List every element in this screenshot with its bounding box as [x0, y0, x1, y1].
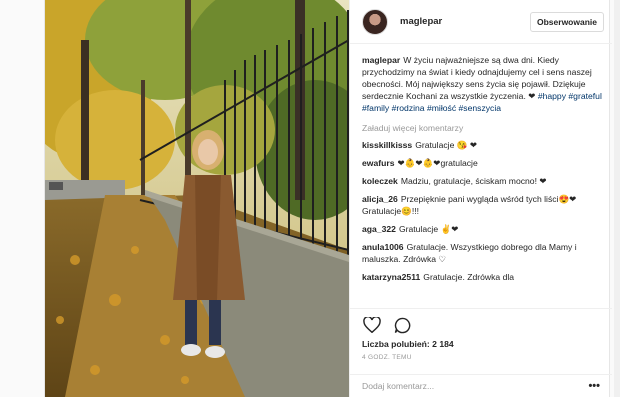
- comment-item: koleczek Madziu, gratulacje, ściskam mocn…: [362, 175, 602, 187]
- heart-icon[interactable]: [362, 315, 382, 335]
- add-comment-bar: •••: [350, 374, 612, 397]
- post-caption: maglepar W życiu najważniejsze są dwa dni…: [362, 54, 602, 114]
- autumn-photo-image: [45, 0, 349, 397]
- comment-username[interactable]: anula1006: [362, 242, 404, 252]
- comment-username[interactable]: katarzyna2511: [362, 272, 420, 282]
- hashtag-link[interactable]: #family: [362, 103, 389, 113]
- post-header: maglepar Obserwowanie: [350, 0, 612, 44]
- hashtag-link[interactable]: #miłość: [427, 103, 456, 113]
- hashtag-link[interactable]: #grateful: [568, 91, 601, 101]
- load-more-comments-link[interactable]: Załaduj więcej komentarzy: [362, 123, 602, 133]
- comment-item: anula1006 Gratulacje. Wszystkiego dobrego…: [362, 241, 602, 265]
- action-icons-row: [362, 313, 600, 337]
- comments-section[interactable]: maglepar W życiu najważniejsze są dwa dni…: [350, 44, 612, 308]
- post-sidebar: maglepar Obserwowanie maglepar W życiu na…: [349, 0, 612, 397]
- speech-bubble-icon[interactable]: [392, 315, 412, 335]
- header-username[interactable]: maglepar: [400, 16, 442, 27]
- comment-username[interactable]: koleczek: [362, 176, 398, 186]
- comment-item: katarzyna2511 Gratulacje. Zdrówka dla: [362, 271, 602, 283]
- comment-username[interactable]: alicja_26: [362, 194, 398, 204]
- scrollbar-track[interactable]: [614, 0, 620, 397]
- avatar[interactable]: [362, 8, 388, 35]
- comment-item: alicja_26 Przepięknie pani wygląda wśród …: [362, 193, 602, 217]
- hashtag-link[interactable]: #happy: [538, 91, 566, 101]
- comment-text: Gratulacje 😘 ❤: [415, 140, 478, 150]
- comment-item: aga_322 Gratulacje ✌❤: [362, 223, 602, 235]
- comment-item: kisskillkisss Gratulacje 😘 ❤: [362, 139, 602, 151]
- comment-text: Gratulacje ✌❤: [398, 224, 459, 234]
- post-timestamp[interactable]: 4 GODZ. TEMU: [362, 354, 600, 361]
- hashtag-link[interactable]: #senszycia: [459, 103, 502, 113]
- post-actions: Liczba polubień: 2 184 4 GODZ. TEMU: [350, 308, 612, 374]
- instagram-post: maglepar Obserwowanie maglepar W życiu na…: [44, 0, 612, 397]
- add-comment-input[interactable]: [362, 381, 589, 391]
- comment-text: ❤👶❤👶❤gratulacje: [397, 158, 478, 168]
- hashtag-link[interactable]: #rodzina: [392, 103, 425, 113]
- more-options-icon[interactable]: •••: [588, 380, 600, 392]
- comment-username[interactable]: kisskillkisss: [362, 140, 412, 150]
- likes-count[interactable]: Liczba polubień: 2 184: [362, 339, 600, 349]
- comment-item: ewafurs ❤👶❤👶❤gratulacje: [362, 157, 602, 169]
- comment-username[interactable]: ewafurs: [362, 158, 394, 168]
- comment-text: Gratulacje. Zdrówka dla: [423, 272, 515, 282]
- follow-button[interactable]: Obserwowanie: [530, 12, 604, 32]
- post-photo[interactable]: [45, 0, 349, 397]
- caption-username[interactable]: maglepar: [362, 55, 400, 65]
- comment-username[interactable]: aga_322: [362, 224, 396, 234]
- comment-text: Madziu, gratulacje, ściskam mocno! ❤: [400, 176, 547, 186]
